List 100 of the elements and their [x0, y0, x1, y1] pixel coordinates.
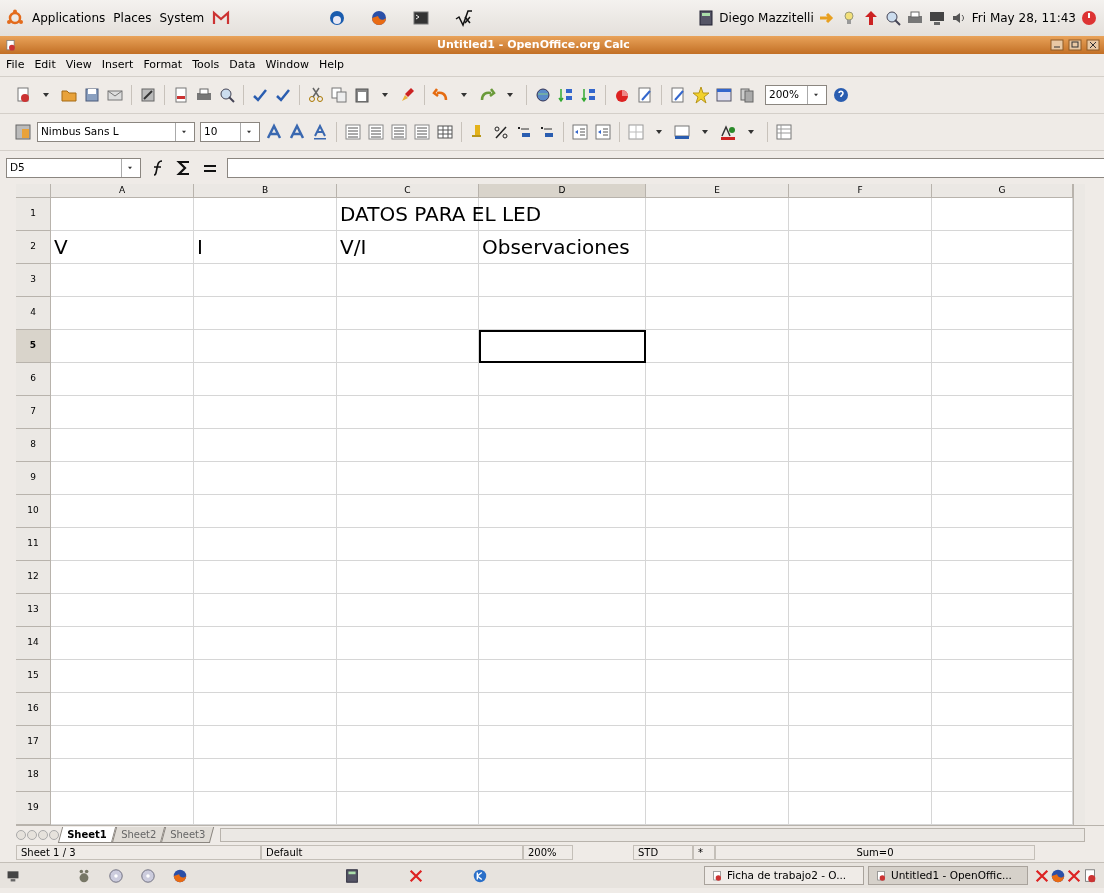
- pdf-icon[interactable]: [172, 86, 190, 104]
- row-header[interactable]: 12: [16, 561, 51, 594]
- row-header[interactable]: 19: [16, 792, 51, 825]
- row-header[interactable]: 18: [16, 759, 51, 792]
- italic-icon[interactable]: [288, 123, 306, 141]
- name-box[interactable]: D5: [6, 157, 141, 178]
- menu-item[interactable]: Window: [265, 56, 309, 74]
- panel-menu[interactable]: Applications: [32, 9, 106, 27]
- panel-menu[interactable]: System: [159, 9, 205, 27]
- close-icon[interactable]: [1086, 38, 1100, 52]
- browser-icon[interactable]: [172, 867, 188, 884]
- styles-icon[interactable]: [14, 123, 32, 141]
- menu-item[interactable]: Edit: [34, 56, 56, 74]
- menu-item[interactable]: File: [6, 56, 25, 74]
- corner-cell[interactable]: [16, 184, 51, 198]
- search-icon[interactable]: [883, 9, 902, 27]
- underline-icon[interactable]: [311, 123, 329, 141]
- logo-icon[interactable]: [6, 9, 24, 27]
- active-cell[interactable]: [479, 330, 646, 363]
- font-name-combo[interactable]: Nimbus Sans L: [37, 122, 195, 142]
- music-icon[interactable]: [108, 867, 124, 884]
- user-name[interactable]: Diego Mazzitelli: [719, 9, 814, 27]
- panel-menu[interactable]: Places: [113, 9, 152, 27]
- globe-icon[interactable]: [534, 86, 552, 104]
- row-header[interactable]: 3: [16, 264, 51, 297]
- new-document-icon[interactable]: [14, 86, 32, 104]
- save-icon[interactable]: [83, 86, 101, 104]
- row-header[interactable]: 16: [16, 693, 51, 726]
- scissors-icon[interactable]: [307, 86, 325, 104]
- row-header[interactable]: 7: [16, 396, 51, 429]
- row-header[interactable]: 2: [16, 231, 51, 264]
- formula-input[interactable]: [227, 157, 1104, 178]
- sheet-tab[interactable]: Sheet1: [57, 826, 116, 843]
- row-header[interactable]: 17: [16, 726, 51, 759]
- column-header[interactable]: C: [337, 184, 479, 198]
- bold-icon[interactable]: [265, 123, 283, 141]
- taskbar-button[interactable]: Ficha de trabajo2 - O...: [704, 866, 864, 885]
- calculator-icon[interactable]: [697, 9, 716, 27]
- sort-descending-icon[interactable]: [580, 86, 598, 104]
- vertical-scrollbar[interactable]: [1073, 184, 1085, 825]
- decrease-indent-icon[interactable]: [571, 123, 589, 141]
- draw-icon[interactable]: [636, 86, 654, 104]
- tray-icon[interactable]: [1034, 867, 1050, 884]
- row-header[interactable]: 10: [16, 495, 51, 528]
- row-header[interactable]: 4: [16, 297, 51, 330]
- tray-icon[interactable]: [1082, 867, 1098, 884]
- data-sources-icon[interactable]: [738, 86, 756, 104]
- column-header[interactable]: G: [932, 184, 1073, 198]
- gallery-icon[interactable]: [715, 86, 733, 104]
- sort-ascending-icon[interactable]: [557, 86, 575, 104]
- menu-item[interactable]: Insert: [101, 56, 134, 74]
- k-icon[interactable]: [472, 867, 488, 884]
- column-header[interactable]: D: [479, 184, 646, 198]
- menu-item[interactable]: Help: [318, 56, 344, 74]
- column-header[interactable]: B: [194, 184, 337, 198]
- sheet-tab[interactable]: Sheet2: [111, 826, 166, 843]
- horizontal-scrollbar[interactable]: [220, 827, 1085, 842]
- sheet-tab[interactable]: Sheet3: [160, 826, 215, 843]
- menu-item[interactable]: Format: [143, 56, 183, 74]
- terminal-icon[interactable]: [412, 9, 431, 27]
- menu-item[interactable]: Data: [229, 56, 256, 74]
- row-header[interactable]: 6: [16, 363, 51, 396]
- row-header[interactable]: 14: [16, 627, 51, 660]
- tray-icon[interactable]: [1050, 867, 1066, 884]
- app-icon[interactable]: [344, 867, 360, 884]
- column-header[interactable]: E: [646, 184, 789, 198]
- row-header[interactable]: 5: [16, 330, 51, 363]
- row-header[interactable]: 11: [16, 528, 51, 561]
- navigator-icon[interactable]: [692, 86, 710, 104]
- font-color-icon[interactable]: [719, 123, 737, 141]
- menu-item[interactable]: Tools: [192, 56, 220, 74]
- clipboard-icon[interactable]: [353, 86, 371, 104]
- background-color-icon[interactable]: [673, 123, 691, 141]
- preview-icon[interactable]: [218, 86, 236, 104]
- tray-icon[interactable]: [1066, 867, 1082, 884]
- merge-cells-icon[interactable]: [436, 123, 454, 141]
- increase-indent-icon[interactable]: [594, 123, 612, 141]
- window-menu-icon[interactable]: [4, 38, 17, 52]
- row-header[interactable]: 8: [16, 429, 51, 462]
- mail-icon[interactable]: [212, 9, 231, 27]
- disc-icon[interactable]: [140, 867, 156, 884]
- minimize-icon[interactable]: [1050, 38, 1064, 52]
- power-icon[interactable]: [1080, 9, 1098, 27]
- row-header[interactable]: 9: [16, 462, 51, 495]
- edit-icon[interactable]: [139, 86, 157, 104]
- font-size-combo[interactable]: 10: [200, 122, 260, 142]
- browser-icon[interactable]: [370, 9, 389, 27]
- brush-icon[interactable]: [399, 86, 417, 104]
- column-header[interactable]: F: [789, 184, 932, 198]
- menu-item[interactable]: View: [65, 56, 92, 74]
- find-icon[interactable]: [669, 86, 687, 104]
- percent-icon[interactable]: [492, 123, 510, 141]
- show-desktop-icon[interactable]: [6, 868, 20, 883]
- row-header[interactable]: 15: [16, 660, 51, 693]
- bird-icon[interactable]: [328, 9, 347, 27]
- zoom-combo[interactable]: 200%: [765, 85, 827, 105]
- column-header[interactable]: A: [51, 184, 194, 198]
- help-icon[interactable]: [832, 86, 850, 104]
- copy-icon[interactable]: [330, 86, 348, 104]
- monitor-icon[interactable]: [927, 9, 946, 27]
